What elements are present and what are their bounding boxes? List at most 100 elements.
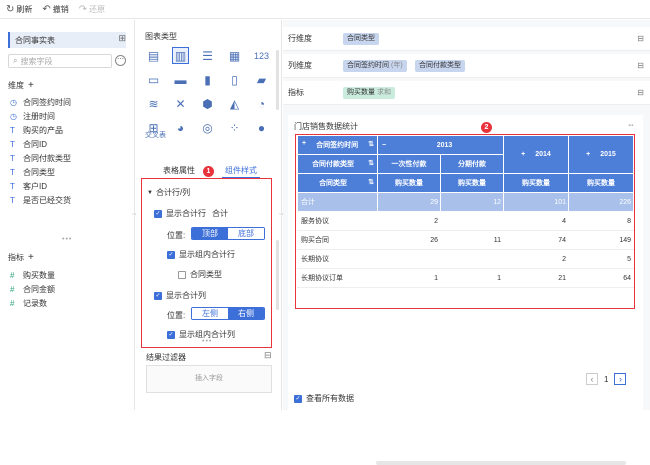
dimension-field[interactable]: T 合同付款类型 [10,153,71,164]
filter-settings-icon[interactable]: ⊟ [264,350,272,361]
check-icon: ✓ [294,394,302,403]
text-icon: T [10,126,15,135]
section-resize-handle[interactable]: ••• [202,338,212,345]
prev-page-icon[interactable]: ‹ [586,373,598,385]
area-chart-icon[interactable]: ◭ [226,95,243,112]
config-panel: 图表类型 ▤ ▥ ☰ ▦ 123 ▭ ▬ ▮ ▯ ▰ ≋ ✕ ⬢ ◭ ◔ ⊞ ◕… [136,20,282,410]
empty-checkbox-icon [178,270,186,279]
position-left-option[interactable]: 左侧 [192,308,228,319]
card-title: 门店销售数据统计 [294,122,358,131]
chart-type-scrollbar[interactable] [276,50,279,110]
crosstab-chart-icon[interactable]: ▥ [172,47,189,64]
lock-icon[interactable]: ⊟ [637,61,644,70]
grouped-column-icon[interactable]: ▯ [226,71,243,88]
scatter-chart-icon[interactable]: ⁘ [226,119,243,136]
column-dimension-label: 列维度 [288,61,312,70]
text-icon: T [10,196,15,205]
row-dimension-pill[interactable]: 合同类型 [343,32,379,45]
dimension-field[interactable]: T 是否已经交货 [10,195,71,206]
combo-chart-icon[interactable]: ▰ [253,71,270,88]
bar-chart-icon[interactable]: ▭ [145,71,162,88]
insert-field-dropzone[interactable]: 插入字段 [146,365,272,393]
view-all-data-checkbox[interactable]: ✓ 查看所有数据 [294,393,354,404]
row-dimension-label: 行维度 [288,34,312,43]
dimension-field[interactable]: ◷ 合同签约时间 [10,97,71,108]
search-input[interactable]: ⌕ 搜索字段 [8,54,112,68]
more-icon[interactable]: ⋯ [115,55,126,66]
row-position-label: 位置: [167,231,186,240]
dimension-field[interactable]: T 合同类型 [10,167,55,178]
col-position-toggle[interactable]: 左侧 右侧 [191,307,265,320]
text-icon: T [10,168,15,177]
row-position-toggle[interactable]: 顶部 底部 [191,227,265,240]
position-top-option[interactable]: 顶部 [192,228,228,239]
column-chart-icon[interactable]: ▮ [199,71,216,88]
refresh-button[interactable]: ↻ 刷新 [6,4,32,15]
detail-table-icon[interactable]: ☰ [199,47,216,64]
stacked-bar-icon[interactable]: ▬ [172,71,189,88]
line-chart-icon[interactable]: ≋ [145,95,162,112]
redo-icon: ↷ [78,3,88,15]
next-page-icon[interactable]: › [614,373,627,385]
undo-button[interactable]: ↶ 撤销 [42,4,68,15]
refresh-icon: ↻ [6,3,15,15]
column-dimension-pill-1[interactable]: 合同签约时间 (年) [343,59,407,72]
redo-button[interactable]: ↷ 还原 [79,4,105,15]
column-dimension-bar[interactable]: 列维度 合同签约时间 (年) 合同付款类型 ⊟ [283,54,650,78]
chart-preview-card: 门店销售数据统计 ⇔ 2 + 合同签约时间 ⇅ −2013 +2014 +2015 … [288,115,643,465]
grid-chart-icon[interactable]: ▦ [226,47,243,64]
top-toolbar: ↻ 刷新 ↶ 撤销 ↷ 还原 [0,0,650,19]
check-icon: ✓ [154,209,162,218]
config-scrollbar[interactable] [276,240,279,310]
subtotal-section-header[interactable]: ▼ 合计行/列 [147,187,190,198]
dimension-field[interactable]: T 购买的产品 [10,125,63,136]
table-horizontal-scrollbar[interactable] [376,461,626,465]
field-panel: 合同事实表 ⊞ ⌕ 搜索字段 ⋯ 维度 + ◷ 合同签约时间 ◷ 注册时间 T 购买的产… [0,20,135,410]
result-filter-title: 结果过滤器 [146,353,186,362]
lock-icon[interactable]: ⊟ [637,88,644,97]
add-measure-icon[interactable]: + [28,252,34,263]
pie-chart-icon[interactable]: ◕ [172,119,189,136]
add-dimension-icon[interactable]: + [28,80,34,91]
dimension-field[interactable]: T 合同ID [10,139,47,150]
switch-dataset-icon[interactable]: ⊞ [118,33,126,44]
show-total-row-checkbox[interactable]: ✓ 显示合计行 合计 [154,208,228,219]
panel-resize-handle[interactable]: ••• [62,236,72,243]
show-group-total-row-checkbox[interactable]: ✓ 显示组内合计行 [167,249,235,260]
contract-type-checkbox[interactable]: 合同类型 [178,269,222,280]
kpi-number-icon[interactable]: 123 [253,47,270,64]
bubble-chart-icon[interactable]: ● [253,119,270,136]
measure-field[interactable]: # 购买数量 [10,270,55,281]
col-position-label: 位置: [167,311,186,320]
hash-icon: # [10,271,15,280]
radar-chart-icon[interactable]: ⬢ [199,95,216,112]
scatter-line-icon[interactable]: ✕ [172,95,189,112]
gauge-chart-icon[interactable]: ◔ [253,95,270,112]
clock-icon: ◷ [10,98,17,107]
dimension-field[interactable]: ◷ 注册时间 [10,111,55,122]
dimension-field[interactable]: T 客户ID [10,181,47,192]
lock-icon[interactable]: ⊟ [637,34,644,43]
show-group-total-col-checkbox[interactable]: ✓ 显示组内合计列 [167,329,235,340]
measure-pill[interactable]: 购买数量 求和 [343,86,395,99]
measure-field[interactable]: # 合同金额 [10,284,55,295]
text-icon: T [10,154,15,163]
column-dimension-pill-2[interactable]: 合同付款类型 [415,59,465,72]
chart-type-title: 图表类型 [145,32,177,41]
measure-bar[interactable]: 指标 购买数量 求和 ⊟ [283,81,650,105]
measure-field[interactable]: # 记录数 [10,298,47,309]
dataset-selector[interactable]: 合同事实表 ⊞ [8,32,126,48]
donut-chart-icon[interactable]: ◎ [199,119,216,136]
table-chart-icon[interactable]: ▤ [145,47,162,64]
clock-icon: ◷ [10,112,17,121]
tab-table-attributes[interactable]: 表格属性 [163,165,195,176]
search-icon: ⌕ [13,56,18,65]
show-total-col-checkbox[interactable]: ✓ 显示合计列 [154,290,206,301]
page-number: 1 [604,374,609,384]
position-right-option[interactable]: 右侧 [228,308,264,319]
position-bottom-option[interactable]: 底部 [228,228,264,239]
annotation-badge-1: 1 [203,166,214,177]
tab-component-style[interactable]: 组件样式 [225,165,257,176]
row-dimension-bar[interactable]: 行维度 合同类型 ⊟ [283,27,650,51]
fullscreen-icon[interactable]: ⇔ [627,120,635,129]
